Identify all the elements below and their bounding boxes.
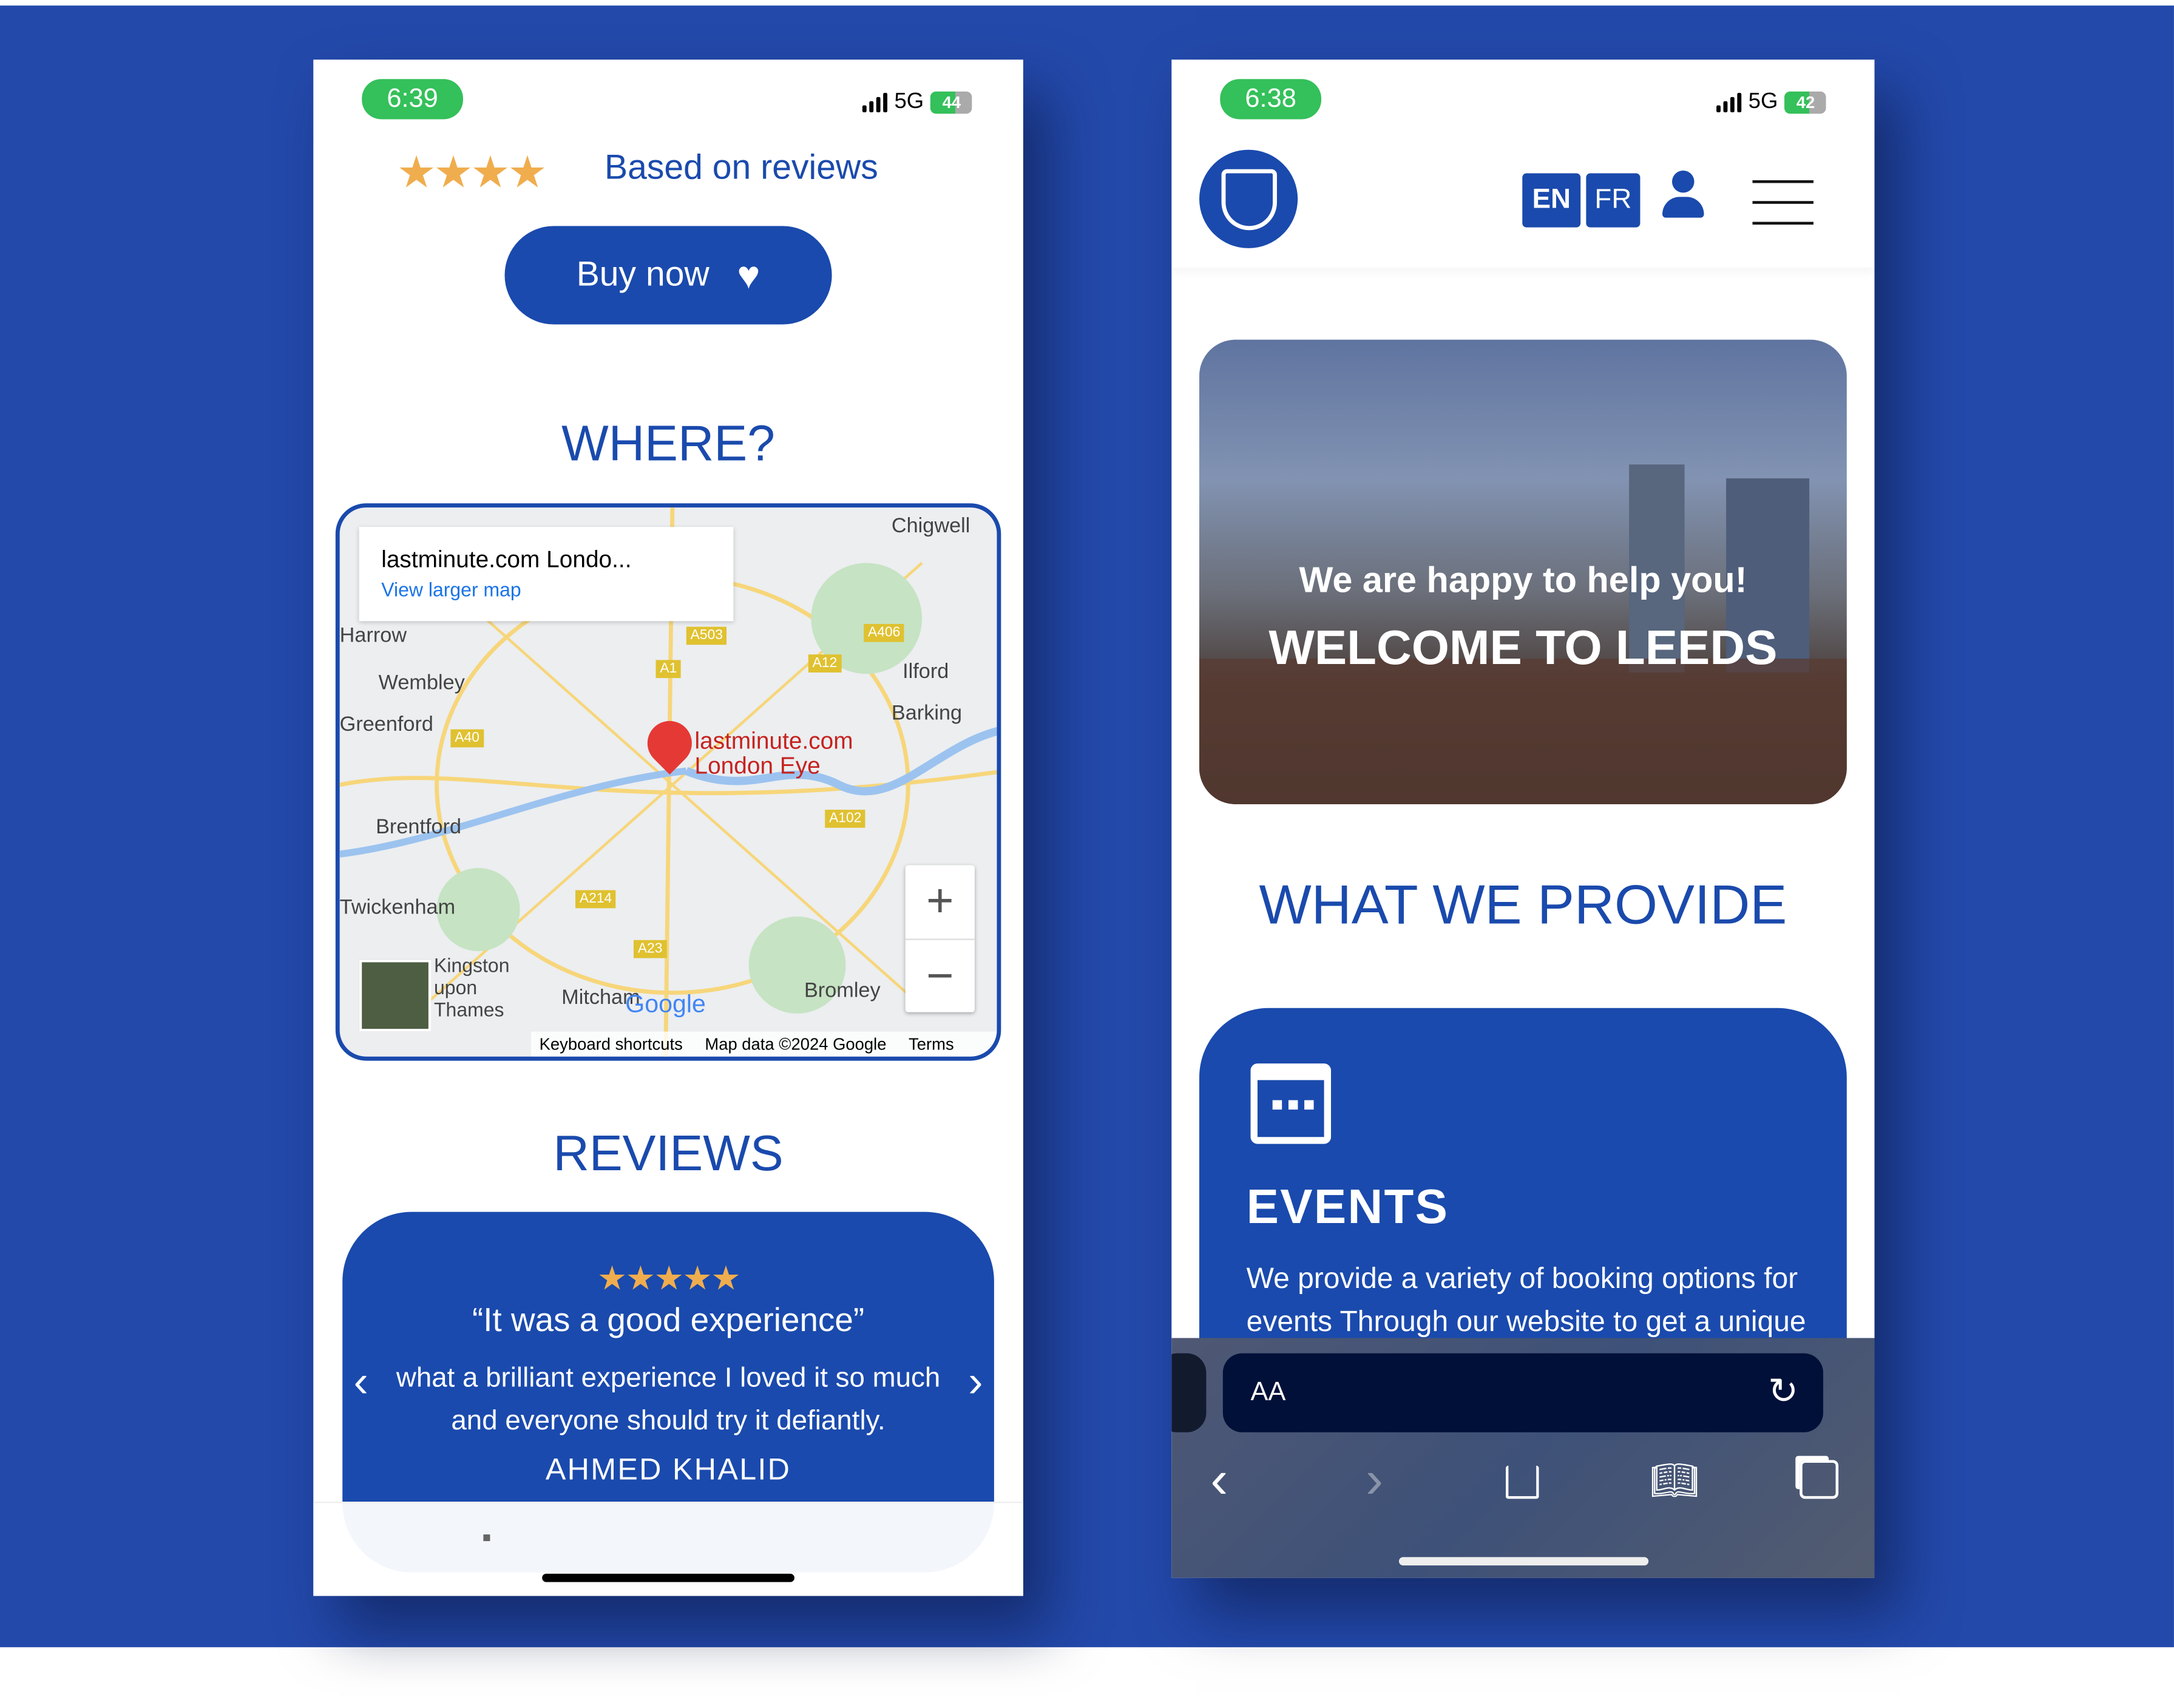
- map-label: Wembley: [378, 671, 465, 695]
- map-label: Ilford: [902, 660, 949, 684]
- heart-icon: ♥: [737, 252, 760, 296]
- map-data-text: Map data ©2024 Google: [705, 1034, 887, 1054]
- view-larger-map-link[interactable]: View larger map: [381, 578, 711, 601]
- status-time: 6:38: [1220, 79, 1322, 120]
- status-time: 6:39: [362, 79, 463, 120]
- next-review-button[interactable]: ›: [968, 1356, 983, 1408]
- leeds-logo[interactable]: [1199, 149, 1298, 248]
- review-quote: “It was a good experience”: [472, 1302, 865, 1340]
- safari-toolbar: AA ↻ ‹ › 📖︎: [1171, 1338, 1875, 1578]
- events-text: We provide a variety of booking options …: [1246, 1263, 1806, 1338]
- satellite-toggle[interactable]: [359, 959, 432, 1032]
- status-bar: 5G 42: [1716, 90, 1827, 115]
- where-title: WHERE?: [561, 415, 776, 472]
- road-badge: A214: [575, 890, 617, 909]
- calendar-icon: ■■■: [1250, 1063, 1332, 1144]
- review-stars: ★★★★★: [597, 1260, 741, 1298]
- road-badge: A23: [633, 940, 667, 958]
- rating-label: Based on reviews: [604, 148, 878, 188]
- right-phone-screen: 6:38 5G 42 EN FR We are happy to help yo…: [1171, 59, 1875, 1578]
- road-badge: A102: [825, 810, 866, 828]
- map-embed[interactable]: lastminute.com Londo... View larger map …: [335, 503, 1001, 1061]
- road-badge: A1: [655, 660, 682, 679]
- browser-bar: ■: [313, 1502, 1023, 1596]
- home-indicator: [542, 1573, 794, 1582]
- hamburger-menu-icon[interactable]: [1752, 180, 1813, 225]
- tabs-icon[interactable]: [1800, 1460, 1839, 1499]
- map-pin-label: lastminute.com London Eye: [694, 728, 853, 779]
- review-text: what a brilliant experience I loved it s…: [396, 1363, 941, 1437]
- hero-banner: We are happy to help you! WELCOME TO LEE…: [1199, 339, 1847, 804]
- header: EN FR: [1171, 143, 1874, 268]
- map-label: Barking: [891, 701, 963, 725]
- reader-aa-button[interactable]: AA: [1251, 1378, 1286, 1409]
- map-label: Chigwell: [891, 514, 970, 538]
- reviews-title: REVIEWS: [553, 1124, 784, 1182]
- road-badge: A503: [686, 626, 727, 645]
- rating-stars: ★★★★: [396, 147, 547, 197]
- road-badge: A406: [864, 623, 905, 642]
- map-footer: Keyboard shortcuts Map data ©2024 Google…: [530, 1031, 997, 1057]
- network-label: 5G: [894, 90, 924, 114]
- share-icon[interactable]: [1505, 1465, 1539, 1499]
- forward-icon[interactable]: ›: [1366, 1452, 1383, 1511]
- map-label: Harrow: [339, 623, 407, 648]
- user-icon[interactable]: [1661, 170, 1705, 220]
- map-label: Brentford: [376, 815, 462, 839]
- reload-icon[interactable]: ↻: [1768, 1370, 1798, 1413]
- address-bar[interactable]: AA ↻: [1222, 1353, 1823, 1432]
- network-label: 5G: [1748, 90, 1778, 114]
- road-badge: A12: [808, 654, 842, 673]
- map-place-card: lastminute.com Londo... View larger map: [359, 527, 734, 622]
- zoom-out-button[interactable]: −: [905, 938, 975, 1012]
- road-badge: A40: [450, 729, 484, 748]
- map-zoom-control: + −: [905, 865, 975, 1012]
- provide-title: WHAT WE PROVIDE: [1259, 875, 1787, 936]
- map-place-title: lastminute.com Londo...: [381, 546, 632, 573]
- map-label: Kingston upon Thames: [434, 954, 510, 1021]
- signal-icon: [1716, 93, 1742, 113]
- lock-icon: ■: [482, 1530, 491, 1547]
- google-logo: Google: [625, 990, 706, 1018]
- left-phone-screen: 6:39 5G 44 ★★★★ Based on reviews Buy now…: [313, 59, 1023, 1596]
- events-title: EVENTS: [1246, 1180, 1449, 1235]
- map-label: Bromley: [804, 978, 881, 1003]
- battery-icon: 44: [930, 91, 973, 114]
- terms-link[interactable]: Terms: [909, 1034, 954, 1054]
- prev-review-button[interactable]: ‹: [354, 1356, 368, 1408]
- lang-en-button[interactable]: EN: [1522, 173, 1581, 228]
- previous-tab-pill[interactable]: [1171, 1353, 1207, 1432]
- buy-now-label: Buy now: [576, 255, 709, 294]
- hero-subtitle: We are happy to help you!: [1299, 558, 1747, 601]
- battery-icon: 42: [1784, 91, 1827, 114]
- keyboard-shortcuts-link[interactable]: Keyboard shortcuts: [540, 1034, 683, 1054]
- signal-icon: [862, 93, 888, 113]
- zoom-in-button[interactable]: +: [906, 865, 975, 938]
- lang-fr-button[interactable]: FR: [1586, 173, 1641, 228]
- map-label: Greenford: [339, 713, 433, 737]
- map-label: Twickenham: [339, 895, 456, 920]
- review-author: AHMED KHALID: [545, 1451, 791, 1486]
- home-indicator: [1398, 1557, 1649, 1566]
- buy-now-button[interactable]: Buy now ♥: [504, 226, 832, 325]
- hero-title: WELCOME TO LEEDS: [1268, 621, 1778, 676]
- bookmarks-icon[interactable]: 📖︎: [1650, 1457, 1699, 1503]
- status-bar: 5G 44: [862, 90, 973, 115]
- back-icon[interactable]: ‹: [1210, 1452, 1228, 1511]
